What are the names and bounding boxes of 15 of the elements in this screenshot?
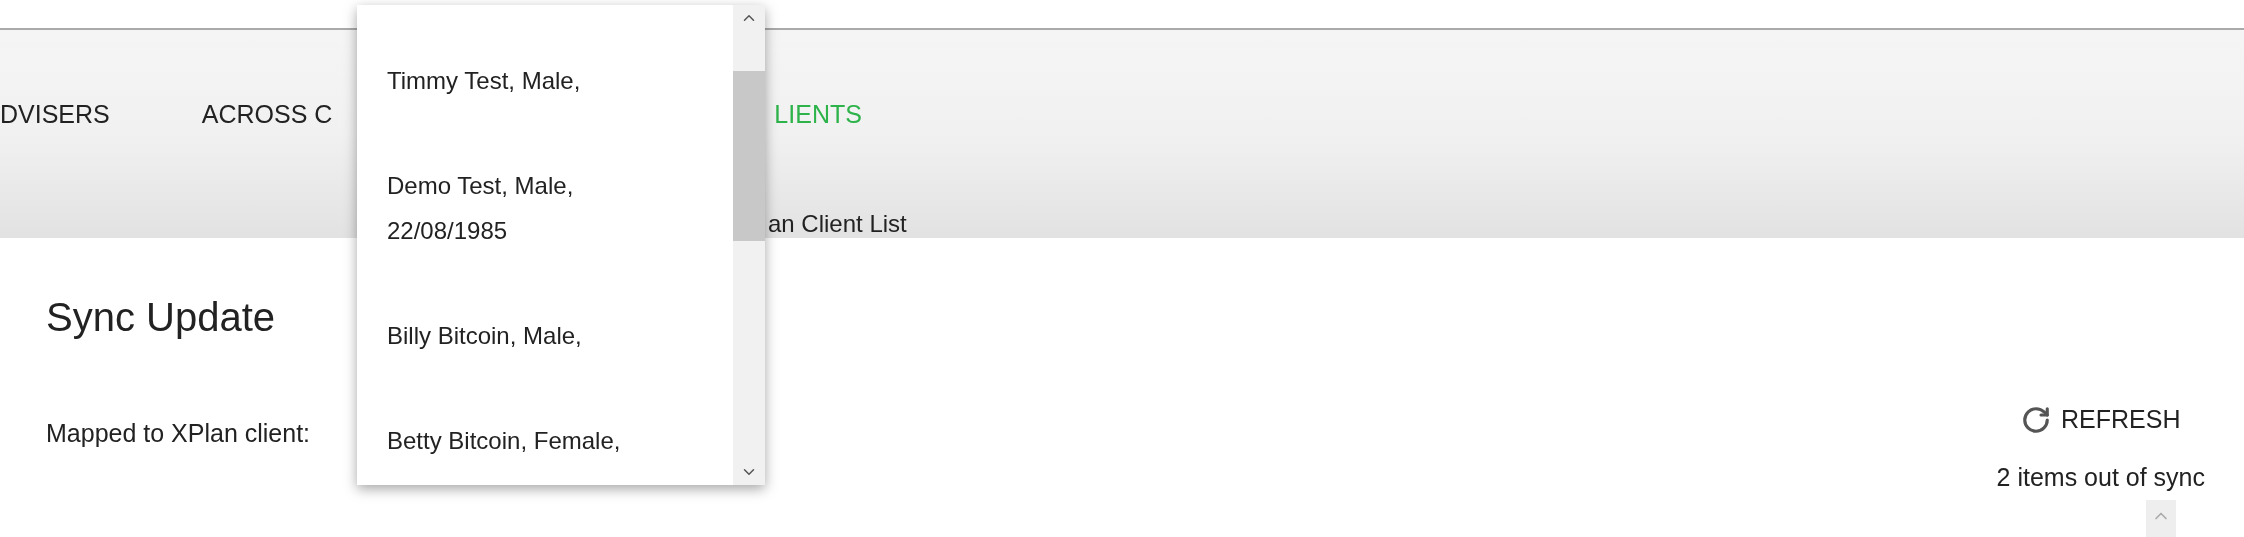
dropdown-option[interactable]: Timmy Test, Male, <box>387 58 687 103</box>
refresh-button[interactable]: REFRESH <box>2021 402 2181 438</box>
page-title: Sync Update <box>46 294 277 341</box>
nav-tab[interactable]: ACROSS C <box>201 98 333 130</box>
scrollbar-thumb[interactable] <box>733 71 765 241</box>
sync-status: 2 items out of sync <box>1996 462 2205 492</box>
refresh-icon <box>2021 405 2052 435</box>
section-subtitle: an Client List <box>768 210 908 238</box>
field-label: Mapped to XPlan client: <box>46 418 311 448</box>
scrollbar[interactable] <box>733 5 765 485</box>
scroll-up-button[interactable] <box>2145 500 2176 537</box>
nav-tab[interactable]: DVISERS <box>0 98 110 130</box>
dropdown-option[interactable]: Betty Bitcoin, Female, <box>387 418 687 463</box>
dropdown-option[interactable]: Demo Test, Male, 22/08/1985 <box>387 163 687 253</box>
dropdown-option[interactable]: Billy Bitcoin, Male, <box>387 313 687 358</box>
